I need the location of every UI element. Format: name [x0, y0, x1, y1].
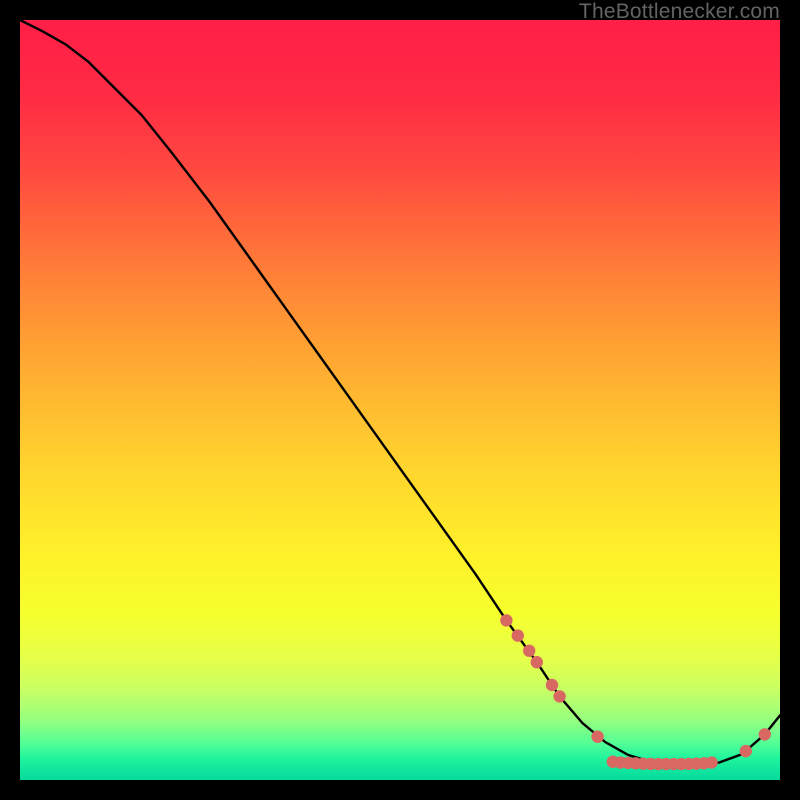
curve-marker — [759, 728, 771, 740]
curve-marker — [512, 629, 524, 641]
curve-marker — [523, 645, 535, 657]
curve-marker — [705, 756, 717, 768]
curve-marker — [553, 690, 565, 702]
curve-marker — [740, 745, 752, 757]
chart-stage: TheBottlenecker.com — [0, 0, 800, 800]
curve-marker — [500, 614, 512, 626]
curve-marker — [531, 656, 543, 668]
curve-marker — [546, 679, 558, 691]
curve-marker — [591, 730, 603, 742]
watermark-link[interactable]: TheBottlenecker.com — [579, 0, 780, 23]
bottleneck-curve — [20, 20, 780, 764]
watermark[interactable]: TheBottlenecker.com — [579, 0, 780, 24]
plot-area — [20, 20, 780, 780]
curve-layer — [20, 20, 780, 780]
curve-markers — [500, 614, 771, 770]
